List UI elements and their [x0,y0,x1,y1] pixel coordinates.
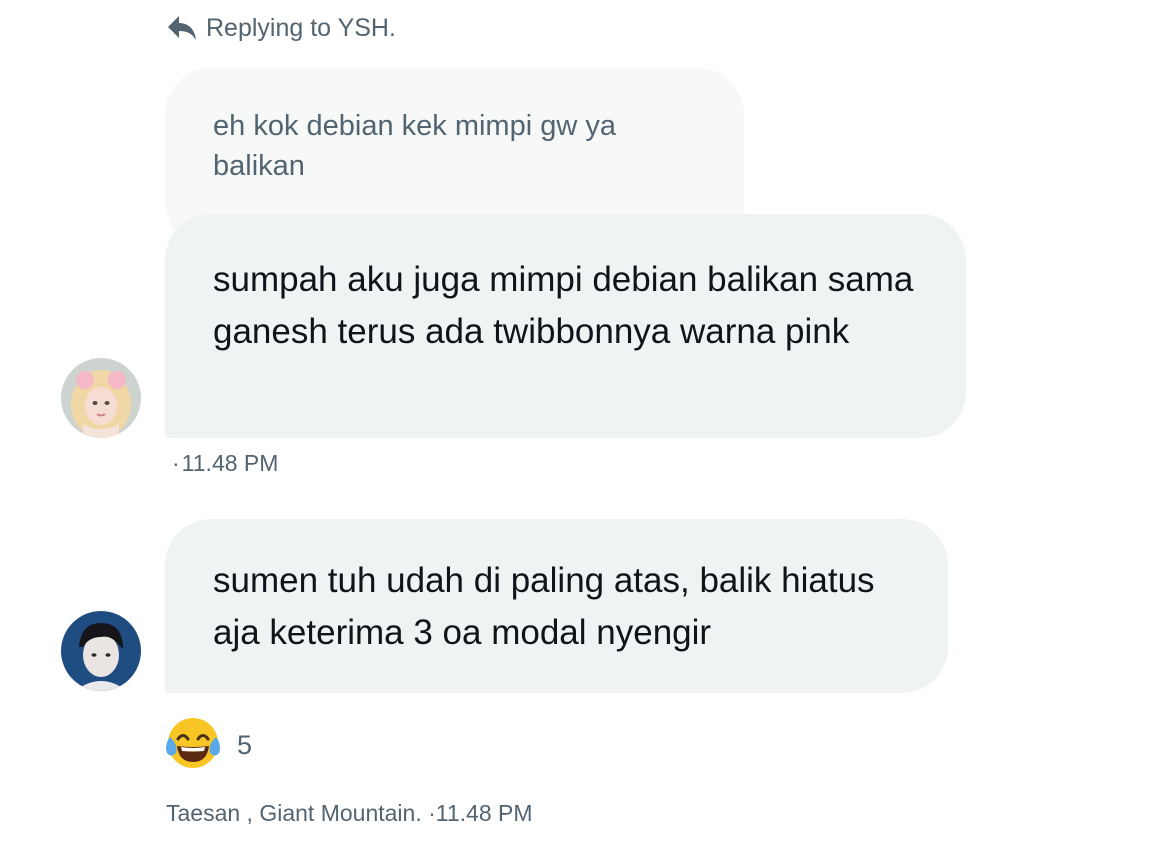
reaction-pill[interactable]: 5 [163,716,252,774]
message-text: sumpah aku juga mimpi debian balikan sam… [213,260,914,351]
quoted-message-text: eh kok debian kek mimpi gw ya balikan [213,110,616,182]
message-text: sumen tuh udah di paling atas, balik hia… [213,561,875,652]
reply-header-text: Replying to YSH. [206,13,396,42]
message-timestamp: ·11.48 PM [172,450,278,477]
reply-arrow-icon [166,14,198,42]
seen-timestamp: 11.48 PM [435,800,533,826]
seen-by-text: Taesan , Giant Mountain. [166,800,422,826]
reply-header: Replying to YSH. [166,10,396,46]
timestamp-dot: · [172,450,180,476]
timestamp-text: 11.48 PM [181,450,279,476]
reaction-count: 5 [237,729,253,760]
avatar[interactable] [61,611,141,691]
face-with-tears-of-joy-icon [163,715,223,776]
message-bubble-1[interactable]: sumpah aku juga mimpi debian balikan sam… [165,214,966,438]
seen-status: Taesan , Giant Mountain. ·11.48 PM [166,800,533,827]
seen-dot: · [428,800,436,826]
avatar[interactable] [61,358,141,438]
message-bubble-2[interactable]: sumen tuh udah di paling atas, balik hia… [165,519,948,693]
